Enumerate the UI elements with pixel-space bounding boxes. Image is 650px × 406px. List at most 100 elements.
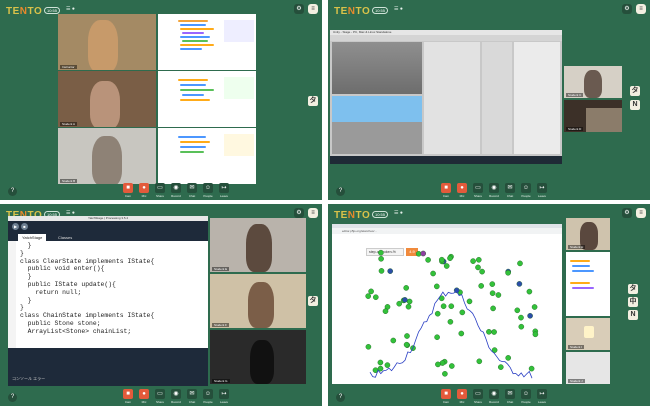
people-button[interactable]: ☺ People [202, 183, 214, 198]
inspector-panel[interactable] [514, 42, 560, 154]
session-panel-4: TENTO 10:55 ☰ ● ⚙ ≡ editor.p5js.org/sket… [328, 204, 650, 406]
scene-view[interactable] [332, 42, 422, 94]
person-figure [92, 136, 122, 184]
chat-button[interactable]: ✉ Chat [186, 183, 198, 198]
video-tile[interactable]: Student A [58, 71, 156, 127]
shared-screen-scratch[interactable] [158, 128, 256, 184]
mic-button[interactable]: ● Mic [456, 183, 468, 198]
leave-button[interactable]: ↦ Leave [536, 389, 548, 404]
person-figure [584, 70, 602, 98]
editor-toolbar [330, 35, 562, 41]
meeting-toolbar: ■ Cam ● Mic ▭ Share ◉ Record ✉ Chat ☺ People ↦… [122, 183, 230, 198]
record-button[interactable]: ◉ Record [170, 183, 182, 198]
project-panel[interactable] [482, 42, 512, 154]
leave-button[interactable]: ↦ Leave [218, 389, 230, 404]
chat-button[interactable]: ✉ Chat [186, 389, 198, 404]
record-button[interactable]: ◉ Record [170, 389, 182, 404]
side-button-ta[interactable]: タ [630, 86, 640, 96]
video-tile[interactable]: Student F [210, 274, 306, 328]
mic-button[interactable]: ● Mic [138, 389, 150, 404]
stop-icon[interactable]: ■ [21, 223, 28, 230]
camera-button[interactable]: ■ Cam [122, 389, 134, 404]
side-button-ta[interactable]: タ [628, 284, 638, 294]
share-icon: ▭ [473, 183, 483, 193]
mic-button[interactable]: ● Mic [138, 183, 150, 198]
console-tabs[interactable]: コンソール エラー [12, 376, 45, 382]
side-button-ta[interactable]: タ [308, 296, 318, 306]
menu-icon[interactable]: ≡ [636, 208, 646, 218]
mic-icon: ● [139, 183, 149, 193]
video-tile[interactable]: Student D [564, 100, 622, 132]
shared-screen-scratch[interactable] [158, 71, 256, 127]
leave-button[interactable]: ↦ Leave [536, 183, 548, 198]
video-tile[interactable]: Student C [564, 66, 622, 98]
tab-classes[interactable]: Classes [54, 234, 76, 241]
menu-icon[interactable]: ≡ [308, 208, 318, 218]
stage-preview [224, 20, 254, 42]
people-button[interactable]: ☺ People [520, 183, 532, 198]
stage-preview [224, 77, 254, 99]
side-button-ta[interactable]: タ [308, 96, 318, 106]
menu-icon[interactable]: ≡ [636, 4, 646, 14]
share-button[interactable]: ▭ Share [472, 183, 484, 198]
video-tile[interactable]: Student H [566, 218, 610, 250]
people-button[interactable]: ☺ People [520, 389, 532, 404]
lamp-light [584, 326, 594, 338]
video-tile[interactable]: Student B [58, 128, 156, 184]
video-tile[interactable]: Student E [210, 218, 306, 272]
settings-icon[interactable]: ⚙ [622, 4, 632, 14]
run-icon[interactable]: ▶ [12, 223, 19, 230]
particle [439, 360, 446, 366]
side-button-n[interactable]: N [628, 310, 638, 320]
help-icon[interactable]: ? [8, 187, 17, 196]
particle [489, 290, 496, 297]
hierarchy-panel[interactable] [424, 42, 480, 154]
video-tile[interactable]: Student I [566, 318, 610, 350]
video-name-label: Student F [212, 323, 230, 327]
code-editor[interactable]: }} class ClearState implements IState{ pu… [20, 242, 204, 346]
code-line: } [20, 273, 32, 281]
help-icon[interactable]: ? [8, 393, 17, 402]
shared-screen-scratch[interactable] [566, 252, 610, 316]
side-button-n[interactable]: N [630, 100, 640, 110]
record-button[interactable]: ◉ Record [488, 183, 500, 198]
share-button[interactable]: ▭ Share [472, 389, 484, 404]
camera-button[interactable]: ■ Cam [440, 389, 452, 404]
shared-screen-scratch[interactable] [158, 14, 256, 70]
share-button[interactable]: ▭ Share [154, 389, 166, 404]
shared-screen-unity[interactable]: Unity - Stage - PC, Mac & Linux Standalo… [330, 30, 562, 164]
chat-button[interactable]: ✉ Chat [504, 183, 516, 198]
settings-icon[interactable]: ⚙ [294, 4, 304, 14]
line-gutter [8, 241, 16, 348]
menu-icon[interactable]: ≡ [308, 4, 318, 14]
help-icon[interactable]: ? [336, 187, 345, 196]
person-figure [248, 282, 274, 328]
particle [368, 288, 374, 295]
video-tile[interactable]: Instructor [58, 14, 156, 70]
chat-icon: ✉ [187, 183, 197, 193]
game-view[interactable] [332, 96, 422, 154]
particle [439, 256, 445, 263]
leave-button[interactable]: ↦ Leave [218, 183, 230, 198]
tab-yatchstage[interactable]: YatchStage [18, 234, 47, 241]
leave-icon: ↦ [219, 183, 229, 193]
camera-button[interactable]: ■ Cam [440, 183, 452, 198]
help-icon[interactable]: ? [336, 393, 345, 402]
address-bar[interactable]: editor.p5js.org/sketches/... [332, 228, 562, 234]
particle [475, 264, 481, 271]
record-button[interactable]: ◉ Record [488, 389, 500, 404]
side-button-naka[interactable]: 中 [628, 297, 638, 307]
people-button[interactable]: ☺ People [202, 389, 214, 404]
tento-logo: TENTO [334, 210, 371, 221]
simulation-canvas[interactable] [332, 236, 562, 384]
record-icon: ◉ [489, 389, 499, 399]
video-tile[interactable]: Student J [566, 352, 610, 384]
settings-icon[interactable]: ⚙ [622, 208, 632, 218]
share-button[interactable]: ▭ Share [154, 183, 166, 198]
chat-button[interactable]: ✉ Chat [504, 389, 516, 404]
video-tile[interactable]: Student G [210, 330, 306, 384]
settings-icon[interactable]: ⚙ [294, 208, 304, 218]
camera-button[interactable]: ■ Cam [122, 183, 134, 198]
mic-button[interactable]: ● Mic [456, 389, 468, 404]
shared-screen-browser[interactable]: editor.p5js.org/sketches/... step-of-bro… [332, 224, 562, 384]
